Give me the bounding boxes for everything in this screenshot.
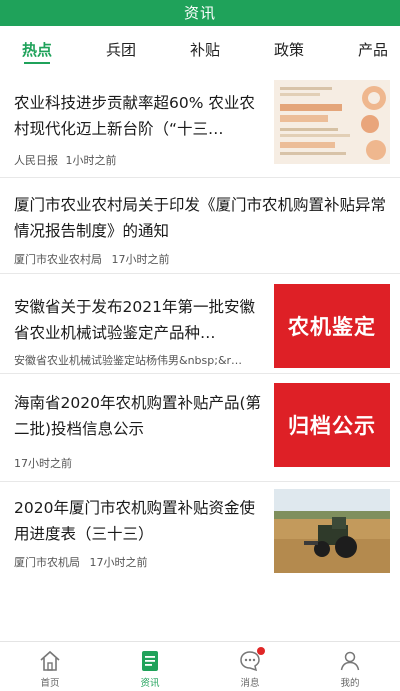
news-item[interactable]: 安徽省关于发布2021年第一批安徽省农业机械试验鉴定产品种… 安徽省农业机械试验…: [0, 274, 400, 374]
news-time: 1小时之前: [65, 154, 117, 167]
news-icon: [142, 651, 158, 671]
news-meta: 厦门市农机局 17小时之前: [14, 554, 148, 570]
home-icon: [40, 650, 60, 671]
news-item[interactable]: 2020年厦门市农机购置补贴资金使用进度表（三十三） 厦门市农机局 17小时之前: [0, 482, 400, 592]
bottom-nav: 首页 资讯 消息 我的: [0, 641, 400, 691]
news-thumbnail: [274, 80, 390, 164]
user-icon: [340, 651, 360, 671]
nav-profile[interactable]: 我的: [300, 642, 400, 691]
news-meta: 人民日报 1小时之前: [14, 152, 117, 168]
news-meta: 安徽省农业机械试验鉴定站杨伟男&nbsp;&r…: [14, 352, 276, 368]
nav-news-label: 资讯: [140, 678, 160, 689]
thumbnail-caption: 农机鉴定: [288, 315, 376, 339]
unread-badge: [257, 647, 265, 655]
news-time: 17小时之前: [89, 556, 148, 569]
news-item[interactable]: 农业科技进步贡献率超60% 农业农村现代化迈上新台阶（“十三… 人民日报 1小时…: [0, 72, 400, 178]
tab-hot[interactable]: 热点: [22, 26, 52, 72]
header-bar: 资讯: [0, 0, 400, 26]
nav-home-label: 首页: [40, 678, 60, 689]
nav-profile-label: 我的: [340, 678, 360, 689]
news-source: 厦门市农机局: [14, 556, 80, 569]
tab-products[interactable]: 产品: [358, 26, 388, 72]
nav-home[interactable]: 首页: [0, 642, 100, 691]
news-meta: 17小时之前: [14, 455, 72, 471]
nav-messages[interactable]: 消息: [200, 642, 300, 691]
news-item[interactable]: 厦门市农业农村局关于印发《厦门市农机购置补贴异常情况报告制度》的通知 厦门市农业…: [0, 178, 400, 274]
news-time: 17小时之前: [14, 457, 72, 470]
news-source: 人民日报: [14, 154, 58, 167]
tab-subsidy[interactable]: 补贴: [190, 26, 220, 72]
infographic-chart-image: [274, 80, 390, 164]
news-title: 海南省2020年农机购置补贴产品(第二批)投档信息公示: [14, 394, 261, 438]
news-title: 2020年厦门市农机购置补贴资金使用进度表（三十三）: [14, 499, 255, 543]
news-title: 厦门市农业农村局关于印发《厦门市农机购置补贴异常情况报告制度》的通知: [14, 196, 387, 240]
red-banner-image: 农机鉴定: [274, 284, 390, 368]
news-list: 农业科技进步贡献率超60% 农业农村现代化迈上新台阶（“十三… 人民日报 1小时…: [0, 72, 400, 592]
news-title: 农业科技进步贡献率超60% 农业农村现代化迈上新台阶（“十三…: [14, 94, 255, 138]
tractor-field-photo: [274, 489, 390, 573]
nav-news[interactable]: 资讯: [100, 642, 200, 691]
news-meta: 厦门市农业农村局 17小时之前: [14, 251, 170, 267]
news-source: 安徽省农业机械试验鉴定站杨伟男&nbsp;&r…: [14, 354, 243, 367]
news-title: 安徽省关于发布2021年第一批安徽省农业机械试验鉴定产品种…: [14, 298, 255, 342]
news-time: 17小时之前: [111, 253, 170, 266]
red-banner-image: 归档公示: [274, 383, 390, 467]
nav-messages-label: 消息: [240, 678, 260, 689]
news-item[interactable]: 海南省2020年农机购置补贴产品(第二批)投档信息公示 17小时之前 归档公示: [0, 374, 400, 482]
news-thumbnail: [274, 489, 390, 573]
tab-bingtuan[interactable]: 兵团: [106, 26, 136, 72]
news-source: 厦门市农业农村局: [14, 253, 102, 266]
tab-policy[interactable]: 政策: [274, 26, 304, 72]
thumbnail-caption: 归档公示: [288, 414, 376, 438]
category-tabs: 热点 兵团 补贴 政策 产品: [0, 26, 400, 72]
page-title: 资讯: [183, 4, 216, 22]
